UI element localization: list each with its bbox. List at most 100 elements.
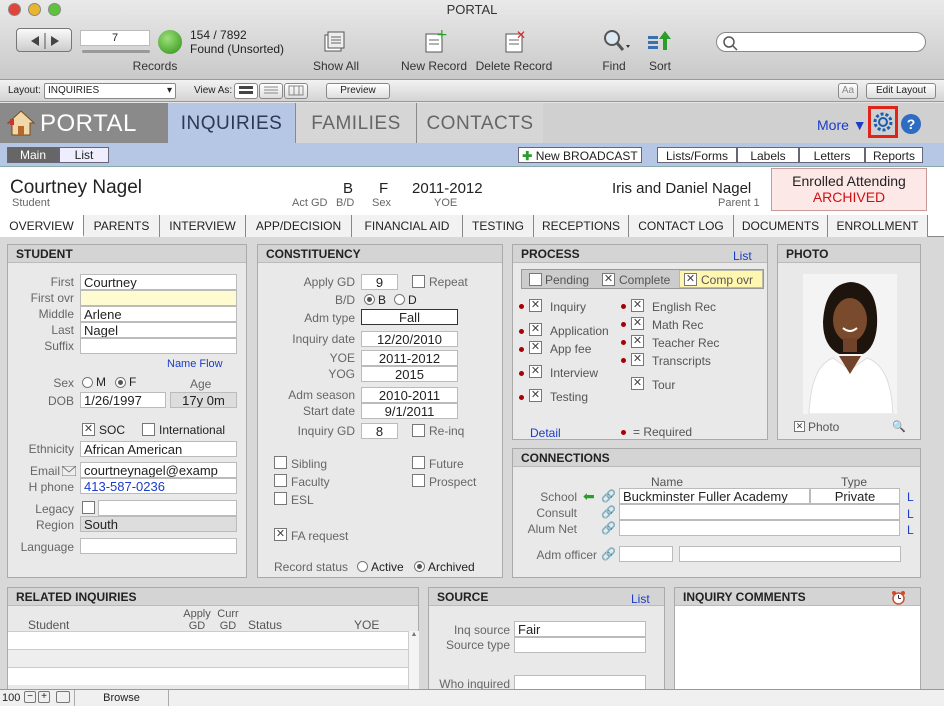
school-l-link[interactable]: L: [907, 490, 914, 504]
new-broadcast-button[interactable]: ✚ New BROADCAST: [518, 147, 642, 163]
active-radio[interactable]: [357, 561, 368, 572]
school-type-field[interactable]: Private: [810, 488, 900, 504]
arrow-left-icon[interactable]: ⬅: [583, 488, 595, 505]
tab-financial-aid[interactable]: FINANCIAL AID: [352, 215, 463, 237]
b-radio[interactable]: [364, 294, 375, 305]
alum-net-field[interactable]: [619, 520, 900, 536]
envelope-icon[interactable]: [61, 465, 77, 477]
show-all-icon[interactable]: [322, 30, 348, 54]
show-all-button[interactable]: Show All: [306, 59, 366, 73]
zoom-in-icon[interactable]: +: [38, 691, 50, 703]
alum-l-link[interactable]: L: [907, 523, 914, 537]
formatting-bar-button[interactable]: Aa: [838, 83, 858, 99]
prospect-checkbox[interactable]: [412, 474, 425, 487]
more-menu[interactable]: More ▼: [817, 117, 867, 133]
dob-field[interactable]: 1/26/1997: [80, 392, 166, 408]
new-record-button[interactable]: New Record: [396, 59, 472, 73]
future-checkbox[interactable]: [412, 456, 425, 469]
adm-officer-code-field[interactable]: [619, 546, 673, 562]
layout-select[interactable]: INQUIRIES ▾: [44, 83, 176, 99]
link-icon[interactable]: 🔗: [601, 505, 616, 519]
toolbar-toggle-icon[interactable]: [56, 691, 70, 703]
teacher-rec-checkbox[interactable]: ✕: [631, 335, 644, 348]
sort-icon[interactable]: [646, 28, 674, 54]
tab-contacts[interactable]: CONTACTS: [417, 103, 543, 143]
adm-type-select[interactable]: Fall: [361, 309, 458, 325]
math-rec-checkbox[interactable]: ✕: [631, 317, 644, 330]
tab-enrollment[interactable]: ENROLLMENT: [828, 215, 928, 237]
alarm-clock-icon[interactable]: [891, 590, 906, 605]
esl-checkbox[interactable]: [274, 492, 287, 505]
testing-checkbox[interactable]: ✕: [529, 389, 542, 402]
language-field[interactable]: [80, 538, 237, 554]
suffix-field[interactable]: [80, 338, 237, 354]
app-fee-checkbox[interactable]: ✕: [529, 341, 542, 354]
source-type-field[interactable]: [514, 637, 646, 653]
list-view-toggle[interactable]: List: [59, 147, 109, 163]
english-rec-checkbox[interactable]: ✕: [631, 299, 644, 312]
interview-checkbox[interactable]: ✕: [529, 365, 542, 378]
tour-checkbox[interactable]: ✕: [631, 377, 644, 390]
inquiry-date-field[interactable]: 12/20/2010: [361, 331, 458, 347]
consult-l-link[interactable]: L: [907, 507, 914, 521]
start-date-field[interactable]: 9/1/2011: [361, 403, 458, 419]
find-button[interactable]: Find: [594, 59, 634, 73]
h-phone-field[interactable]: 413-587-0236: [80, 478, 237, 494]
preview-button[interactable]: Preview: [326, 83, 390, 99]
repeat-checkbox[interactable]: [412, 275, 425, 288]
delete-record-icon[interactable]: ✕: [502, 28, 528, 54]
sort-button[interactable]: Sort: [640, 59, 680, 73]
transcripts-checkbox[interactable]: ✕: [631, 353, 644, 366]
tab-app-decision[interactable]: APP/DECISION: [246, 215, 352, 237]
faculty-checkbox[interactable]: [274, 474, 287, 487]
letters-button[interactable]: Letters: [799, 147, 865, 163]
name-flow-link[interactable]: Name Flow: [167, 358, 223, 370]
zoom-level[interactable]: 100: [2, 692, 20, 704]
scroll-up-arrow-icon[interactable]: ▲: [409, 631, 419, 638]
consult-field[interactable]: [619, 504, 900, 520]
tab-documents[interactable]: DOCUMENTS: [734, 215, 828, 237]
inquiry-gd-field[interactable]: 8: [361, 423, 398, 439]
middle-name-field[interactable]: Arlene: [80, 306, 237, 322]
table-row[interactable]: [8, 667, 408, 685]
find-icon[interactable]: [600, 28, 632, 54]
edit-layout-button[interactable]: Edit Layout: [866, 83, 936, 99]
zoom-out-icon[interactable]: −: [24, 691, 36, 703]
region-field[interactable]: South: [80, 516, 237, 532]
tab-testing[interactable]: TESTING: [463, 215, 534, 237]
tab-overview[interactable]: OVERVIEW: [0, 215, 84, 237]
gear-button[interactable]: [868, 106, 898, 138]
first-name-field[interactable]: Courtney: [80, 274, 237, 290]
table-row[interactable]: [8, 631, 408, 649]
fa-request-checkbox[interactable]: ✕: [274, 528, 287, 541]
tab-families[interactable]: FAMILIES: [296, 103, 416, 143]
email-field[interactable]: courtneynagel@examp: [80, 462, 237, 478]
lists-forms-button[interactable]: Lists/Forms: [657, 147, 737, 163]
source-list-link[interactable]: List: [631, 592, 650, 606]
d-radio[interactable]: [394, 294, 405, 305]
delete-record-button[interactable]: Delete Record: [474, 59, 554, 73]
table-row[interactable]: [8, 649, 408, 667]
book-navigation[interactable]: [16, 28, 72, 52]
international-checkbox[interactable]: [142, 423, 155, 436]
tab-parents[interactable]: PARENTS: [84, 215, 160, 237]
zoom-photo-icon[interactable]: 🔍: [892, 420, 906, 433]
adm-season-field[interactable]: 2010-2011: [361, 387, 458, 403]
inquiry-checkbox[interactable]: ✕: [529, 299, 542, 312]
form-view-button[interactable]: [234, 83, 258, 99]
legacy-checkbox[interactable]: [82, 501, 95, 514]
school-field[interactable]: Buckminster Fuller Academy: [619, 488, 810, 504]
inq-source-field[interactable]: Fair: [514, 621, 646, 637]
list-view-button[interactable]: [259, 83, 283, 99]
yog-field[interactable]: 2015: [361, 366, 458, 382]
new-record-icon[interactable]: +: [422, 27, 448, 54]
legacy-field[interactable]: [98, 500, 237, 516]
reports-button[interactable]: Reports: [865, 147, 923, 163]
mode-indicator[interactable]: Browse: [74, 690, 169, 706]
link-icon[interactable]: 🔗: [601, 489, 616, 503]
sex-m-radio[interactable]: [82, 377, 93, 388]
soc-checkbox[interactable]: ✕: [82, 423, 95, 436]
link-icon[interactable]: 🔗: [601, 547, 616, 561]
quick-find-input[interactable]: [716, 32, 926, 52]
first-ovr-field[interactable]: [80, 290, 237, 306]
